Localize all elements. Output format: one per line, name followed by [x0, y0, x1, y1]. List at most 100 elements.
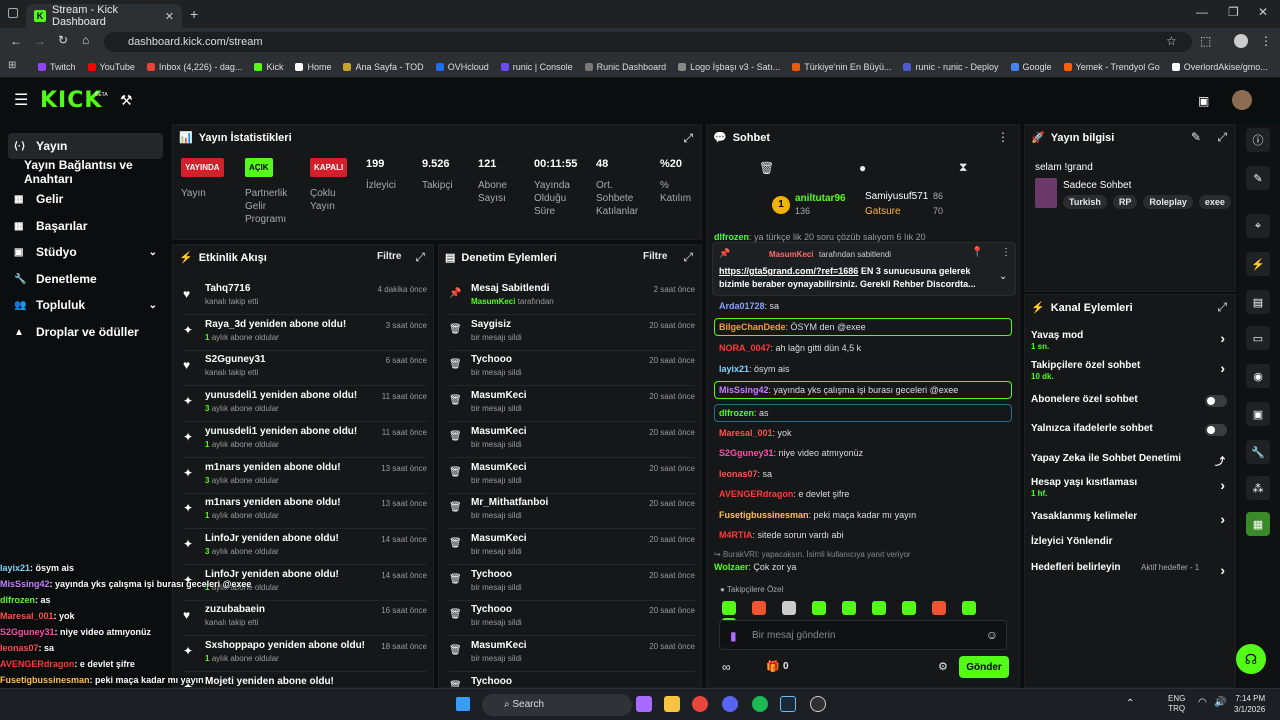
activity-item[interactable]: ✦ m1nars yeniden abone oldu! 3 aylık abone… [173, 458, 433, 494]
channel-action-item[interactable]: Hedefleri belirleyin Aktif hedefler - 1 › [1031, 562, 1227, 578]
mic-icon[interactable]: ▮ [730, 629, 737, 643]
leader-second-name[interactable]: Samiyusuf571 [865, 191, 928, 202]
bookmark-star-icon[interactable]: ☆ [1166, 34, 1177, 48]
back-icon[interactable]: ← [10, 34, 22, 48]
chat-username[interactable]: Maresal_001 [719, 428, 773, 438]
activity-item[interactable]: ✦ m1nars yeniden abone oldu! 1 aylık abone… [173, 493, 433, 530]
modlog-item[interactable]: 🗑 MasumKeci bir mesajı sildi 20 saat önce [439, 422, 701, 458]
bookmark-item[interactable]: Logo İşbaşı v3 - Satı... [678, 62, 780, 72]
emoji-icon[interactable]: ☺ [986, 628, 998, 642]
moderator-name[interactable]: MasumKeci [471, 297, 515, 306]
bookmark-item[interactable]: Runic Dashboard [584, 62, 666, 72]
sidebar-item-3[interactable]: ▦ Başarılar [8, 213, 163, 239]
modlog-item[interactable]: 🗑 MasumKeci bir mesajı sildi 20 saat önce [439, 636, 701, 672]
bookmark-item[interactable]: Twitch [38, 62, 76, 72]
popout-icon[interactable]: ⤢ [1217, 300, 1227, 315]
unpin-icon[interactable]: 📍 [971, 247, 983, 258]
tab-list-icon[interactable] [8, 8, 18, 18]
channel-action-item[interactable]: Yapay Zeka ile Sohbet Denetimi ⤴ [1031, 453, 1227, 468]
wrench-icon[interactable]: 🔧 [1246, 440, 1270, 464]
sidebar-item-7[interactable]: ▲ Droplar ve ödüller [8, 319, 163, 345]
network-icon[interactable]: ⁂ [1246, 476, 1270, 500]
modlog-item[interactable]: 🗑 Tychooo [439, 672, 701, 687]
activity-item[interactable]: ♥ Tahq7716 kanalı takip etti 4 dakika önce [173, 279, 433, 315]
kick-logo[interactable]: KICK [40, 88, 102, 113]
pencil-icon[interactable]: ✎ [1246, 166, 1270, 190]
emote-row[interactable] [722, 601, 1012, 632]
sidebar-item-2[interactable]: ▦ Gelir [8, 186, 163, 212]
pinned-menu-icon[interactable]: ⋮ [1001, 247, 1011, 258]
spotify-icon[interactable] [752, 696, 768, 712]
chrome-icon[interactable] [692, 696, 708, 712]
profile-icon[interactable] [1234, 34, 1248, 48]
channel-action-item[interactable]: İzleyici Yönlendir [1031, 536, 1227, 547]
sidebar-item-1[interactable]: Yayın Bağlantısı ve Anahtarı [8, 158, 163, 186]
bookmark-item[interactable]: OverlordAkise/gmo... [1171, 62, 1268, 72]
wallet-icon[interactable]: ▣ [1246, 402, 1270, 426]
obs-icon[interactable] [810, 696, 826, 712]
modlog-item[interactable]: 🗑 MasumKeci bir mesajı sildi 20 saat önce [439, 529, 701, 565]
info-icon[interactable]: ⓘ [1246, 128, 1270, 152]
modlog-item[interactable]: 🗑 MasumKeci bir mesajı sildi 20 saat önce [439, 386, 701, 423]
user-avatar[interactable] [1232, 90, 1252, 110]
broadcast-icon[interactable]: ◉ [1246, 364, 1270, 388]
expand-icon[interactable]: ⌄ [999, 271, 1007, 282]
modlog-item[interactable]: 🗑 Tychooo bir mesajı sildi 20 saat önce [439, 600, 701, 637]
activity-item[interactable]: ✦ yunusdeli1 yeniden abone oldu! 1 aylık a… [173, 422, 433, 458]
steam-icon[interactable] [780, 696, 796, 712]
bookmark-item[interactable]: Yemek - Trendyol Go [1063, 62, 1160, 72]
modlog-item[interactable]: 🗑 Tychooo bir mesajı sildi 20 saat önce [439, 565, 701, 601]
chat-icon[interactable]: ● [859, 161, 866, 175]
sidebar-item-4[interactable]: ▣ Stüdyo ⌄ [8, 239, 163, 265]
send-button[interactable]: Gönder [959, 656, 1009, 678]
toggle-switch[interactable] [1205, 395, 1227, 407]
chat-username[interactable]: AVENGERdragon [719, 489, 793, 499]
modlog-item[interactable]: 🗑 Saygisiz bir mesajı sildi 20 saat önce [439, 315, 701, 351]
modlog-item[interactable]: 📌 Mesaj Sabitlendi MasumKeci tarafından 2 s… [439, 279, 701, 315]
trash-icon[interactable]: 🗑 [759, 161, 774, 175]
bookmark-item[interactable]: Ana Sayfa - TOD [343, 62, 424, 72]
activity-item[interactable]: ✦ yunusdeli1 yeniden abone oldu! 3 aylık a… [173, 386, 433, 423]
chat-username[interactable]: layix21 [719, 364, 749, 374]
activity-item[interactable]: ✦ Raya_3d yeniden abone oldu! 1 aylık abon… [173, 315, 433, 351]
file-explorer-icon[interactable] [664, 696, 680, 712]
taskbar-search[interactable]: ⌕ Search [482, 694, 632, 716]
chat-username[interactable]: Arda01728 [719, 301, 765, 311]
popout-icon[interactable]: ⤢ [1217, 130, 1227, 145]
activity-filter-button[interactable]: Filtre [377, 251, 401, 262]
menu-icon[interactable]: ⋮ [1260, 34, 1272, 48]
bookmark-item[interactable]: Kick [254, 62, 283, 72]
bookmark-item[interactable]: runic | Console [500, 62, 573, 72]
popout-icon[interactable]: ⤢ [683, 250, 693, 265]
volume-icon[interactable]: 🔊 [1214, 697, 1226, 708]
bookmark-item[interactable]: OVHcloud [435, 62, 489, 72]
app-icon[interactable]: ▦ [1246, 512, 1270, 536]
sidebar-item-0[interactable]: ⟨·⟩ Yayın [8, 133, 163, 159]
wallet-icon[interactable]: ▣ [1198, 94, 1209, 108]
chat-input[interactable]: ▮ Bir mesaj gönderin ☺ [719, 620, 1007, 650]
channel-action-item[interactable]: Yasaklanmış kelimeler › [1031, 511, 1227, 527]
modlog-item[interactable]: 🗑 MasumKeci bir mesajı sildi 20 saat önce [439, 458, 701, 494]
tag-pill[interactable]: RP [1112, 195, 1138, 209]
gift-icon[interactable]: 🎁 [766, 660, 780, 673]
tag-pill[interactable]: Roleplay [1143, 195, 1193, 209]
leader-first-name[interactable]: aniltutar96 [795, 193, 846, 204]
channel-action-item[interactable]: Abonelere özel sohbet [1031, 394, 1227, 407]
toggle-switch[interactable] [1205, 424, 1227, 436]
chat-username[interactable]: dlfrozen [719, 408, 754, 418]
modlog-filter-button[interactable]: Filtre [643, 251, 667, 262]
wifi-icon[interactable]: ◠ [1198, 697, 1207, 708]
copilot-icon[interactable] [636, 696, 652, 712]
chat-username[interactable]: M4RTIA [719, 530, 753, 540]
leader-third-name[interactable]: Gatsure [865, 206, 901, 217]
popout-icon[interactable]: ⤢ [415, 250, 425, 265]
chat-username[interactable]: Fusetigbussinesman [719, 510, 809, 520]
category-name[interactable]: Sadece Sohbet [1063, 180, 1131, 191]
url-field[interactable]: dashboard.kick.com/stream [104, 32, 1192, 52]
channel-action-item[interactable]: Hesap yaşı kısıtlaması 1 hf. › [1031, 477, 1227, 498]
chat-settings-icon[interactable]: ⚙ [938, 660, 948, 673]
hourglass-icon[interactable]: ⧗ [959, 160, 967, 175]
modlog-item[interactable]: 🗑 Mr_Mithatfanboi bir mesajı sildi 20 saat … [439, 493, 701, 530]
lightning-icon[interactable]: ⚡ [1246, 252, 1270, 276]
chat-username[interactable]: Wolzaer [714, 562, 748, 572]
